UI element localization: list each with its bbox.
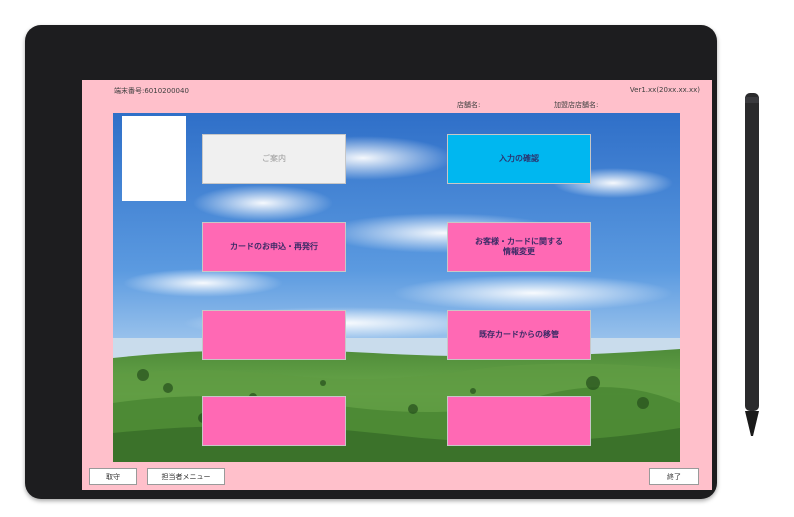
input-confirm-button[interactable]: 入力の確認 [447,134,591,184]
placeholder-panel [122,116,186,201]
blank-tile-left-4[interactable] [202,396,346,446]
back-button[interactable]: 取守 [89,468,137,485]
store-name-label: 店舗名: [457,101,481,109]
blank-tile-left-3[interactable] [202,310,346,360]
app-screen: 端末番号:6010200040 Ver1.xx(20xx.xx.xx) 店舗名:… [82,80,712,490]
merchant-store-label: 加盟店店舗名: [554,101,599,109]
blank-tile-right-4[interactable] [447,396,591,446]
version-label: Ver1.xx(20xx.xx.xx) [629,86,700,94]
guidance-button[interactable]: ご案内 [202,134,346,184]
stylus-pen [742,93,762,438]
terminal-number: 端末番号:6010200040 [114,87,189,95]
card-application-button[interactable]: カードのお申込・再発行 [202,222,346,272]
card-transfer-button[interactable]: 既存カードからの移管 [447,310,591,360]
info-change-button[interactable]: お客様・カードに関する 情報変更 [447,222,591,272]
landscape-background [113,113,680,462]
staff-menu-button[interactable]: 担当者メニュー [147,468,225,485]
tablet-device: 端末番号:6010200040 Ver1.xx(20xx.xx.xx) 店舗名:… [25,25,717,499]
exit-button[interactable]: 終了 [649,468,699,485]
